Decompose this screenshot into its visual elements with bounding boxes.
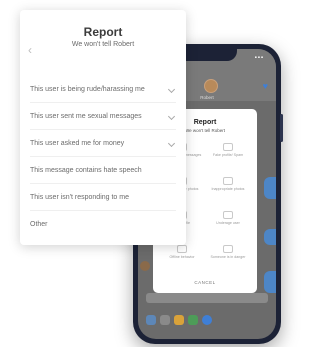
gif-icon[interactable] (160, 315, 170, 325)
avatar (140, 261, 150, 271)
game-icon[interactable] (188, 315, 198, 325)
report-option-sexual-messages[interactable]: This user sent me sexual messages (30, 103, 176, 130)
avatar[interactable] (204, 79, 218, 93)
option-label: This user isn't responding to me (30, 193, 129, 201)
signal-icon: ▪▪▪ (254, 55, 264, 61)
report-option-money[interactable]: This user asked me for money (30, 130, 176, 157)
message-bubble (264, 177, 276, 199)
mini-option[interactable]: Someone is in danger (205, 243, 251, 271)
report-options-list: This user is being rude/harassing me Thi… (30, 76, 176, 238)
option-label: This user is being rude/harassing me (30, 85, 145, 93)
message-bubble (264, 229, 276, 245)
music-icon[interactable] (174, 315, 184, 325)
report-option-harassment[interactable]: This user is being rude/harassing me (30, 76, 176, 103)
profile-icon (223, 143, 233, 151)
report-dialog: ‹ Report We won't tell Robert This user … (20, 10, 186, 245)
phone-side-button (280, 114, 283, 142)
mini-option[interactable]: Underage user (205, 209, 251, 237)
chevron-down-icon (167, 112, 176, 121)
chevron-down-icon (167, 139, 176, 148)
phone-notch (177, 49, 237, 61)
option-label: This user asked me for money (30, 139, 125, 147)
option-label: This user sent me sexual messages (30, 112, 142, 120)
keyboard-toolbar (146, 315, 212, 325)
compose-input[interactable] (146, 293, 268, 303)
alert-icon (223, 245, 233, 253)
report-option-not-responding[interactable]: This user isn't responding to me (30, 184, 176, 211)
mini-option[interactable]: Fake profile/ Spam (205, 141, 251, 169)
camera-icon (223, 177, 233, 185)
camera-icon[interactable] (146, 315, 156, 325)
chevron-down-icon (167, 85, 176, 94)
report-subtitle: We won't tell Robert (71, 41, 135, 48)
mini-option[interactable]: Inappropriate photos (205, 175, 251, 203)
id-icon (223, 211, 233, 219)
report-option-other[interactable]: Other (30, 211, 176, 238)
calendar-icon (177, 245, 187, 253)
emoji-icon[interactable] (202, 315, 212, 325)
mini-cancel-button[interactable]: CANCEL (153, 280, 257, 285)
mini-option[interactable]: Offline behavior (159, 243, 205, 271)
report-option-hate-speech[interactable]: This message contains hate speech (30, 157, 176, 184)
message-bubble (264, 271, 276, 293)
report-title: Report (83, 25, 123, 39)
heart-icon[interactable]: ♥ (263, 81, 268, 91)
option-label: Other (30, 221, 48, 228)
option-label: This message contains hate speech (30, 166, 142, 174)
